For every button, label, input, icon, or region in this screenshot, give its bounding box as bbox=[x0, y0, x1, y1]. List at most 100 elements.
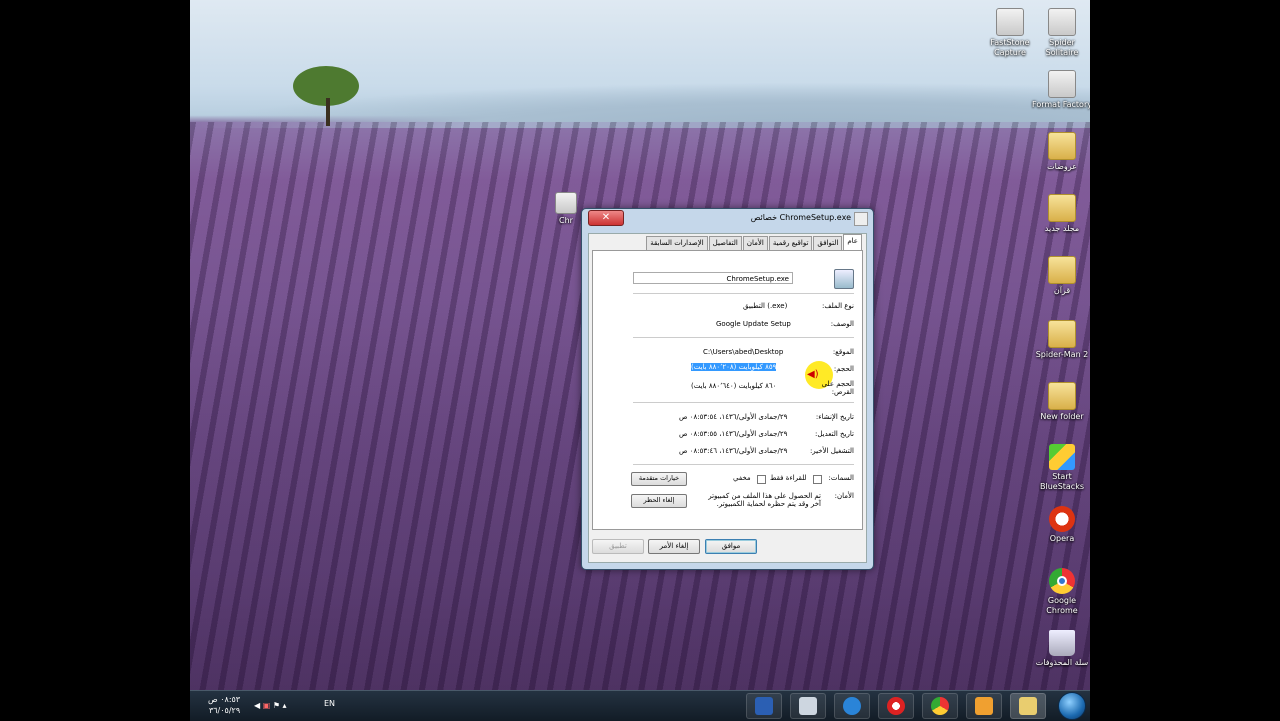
desktop-icon-label: Chr bbox=[559, 216, 573, 225]
taskbar-opera[interactable] bbox=[878, 693, 914, 719]
chrome-icon bbox=[1049, 568, 1075, 594]
description-value: Google Update Setup bbox=[716, 320, 791, 328]
location-label: الموقع: bbox=[832, 348, 854, 356]
dialog-titlebar[interactable]: ✕ خصائص ChromeSetup.exe bbox=[582, 209, 873, 229]
tray-icons[interactable]: ◀ ▣ ⚑ ▴ bbox=[254, 701, 287, 710]
taskbar-media[interactable] bbox=[966, 693, 1002, 719]
ok-button[interactable]: موافق bbox=[705, 539, 757, 554]
folder-icon bbox=[1048, 320, 1076, 348]
desktop-icon-label: Start BlueStacks bbox=[1039, 472, 1085, 491]
desktop-icon-folder[interactable]: New folder bbox=[1032, 382, 1090, 422]
desktop-icon-label: قرآن bbox=[1053, 286, 1071, 295]
security-text: تم الحصول على هذا الملف من كمبيوتر آخر و… bbox=[708, 492, 821, 508]
desktop-icon-folder[interactable]: قرآن bbox=[1032, 256, 1090, 296]
cancel-button[interactable]: إلغاء الأمر bbox=[648, 539, 700, 554]
attributes-label: السمات: bbox=[828, 474, 854, 482]
apply-button: تطبيق bbox=[592, 539, 644, 554]
desktop-icon-label: New folder bbox=[1040, 412, 1084, 421]
hidden-label: مخفي bbox=[733, 474, 751, 482]
size-value[interactable]: ٨٥٩ كيلوبايت (٨٨٠٬٢٠٨ بايت) bbox=[691, 363, 777, 371]
modified-label: تاريخ التعديل: bbox=[814, 430, 854, 438]
desktop-icon-spider-solitaire[interactable]: Spider Solitaire bbox=[1032, 8, 1090, 58]
description-label: الوصف: bbox=[830, 320, 854, 328]
spider-solitaire-icon bbox=[1048, 8, 1076, 36]
separator bbox=[633, 293, 854, 294]
separator bbox=[633, 402, 854, 403]
separator bbox=[633, 464, 854, 465]
close-button[interactable]: ✕ bbox=[588, 210, 624, 226]
folder-icon bbox=[1048, 256, 1076, 284]
taskbar-ie[interactable] bbox=[834, 693, 870, 719]
created-value: ٢٩/جمادى الأولى/١٤٣٦، ٠٨:٥٣:٥٤ ص bbox=[679, 413, 788, 421]
folder-icon bbox=[1048, 382, 1076, 410]
show-hidden-icons-icon[interactable]: ▴ bbox=[283, 701, 287, 710]
modified-value: ٢٩/جمادى الأولى/١٤٣٦، ٠٨:٥٣:٥٥ ص bbox=[679, 430, 788, 438]
desktop-icon-chromesetup[interactable]: Chr bbox=[546, 192, 586, 226]
clock-time: ٠٨:٥٣ ص bbox=[208, 695, 241, 704]
tab-details[interactable]: التفاصيل bbox=[708, 236, 742, 250]
clock[interactable]: ٠٨:٥٣ ص ٣٦/٠٥/٢٩ bbox=[208, 694, 240, 716]
accessed-value: ٢٩/جمادى الأولى/١٤٣٦، ٠٨:٥٣:٤٦ ص bbox=[679, 447, 788, 455]
accessed-label: التشغيل الأخير: bbox=[809, 447, 854, 455]
advanced-button[interactable]: خيارات متقدمة bbox=[631, 472, 687, 486]
file-icon bbox=[834, 269, 854, 289]
desktop-icon-folder[interactable]: عروضات bbox=[1032, 132, 1090, 172]
tab-security[interactable]: الأمان bbox=[742, 236, 768, 250]
file-name-field[interactable]: ChromeSetup.exe bbox=[633, 272, 793, 284]
taskbar-chrome[interactable] bbox=[922, 693, 958, 719]
general-panel: ChromeSetup.exe نوع الملف: التطبيق (.exe… bbox=[592, 250, 863, 530]
readonly-checkbox[interactable] bbox=[813, 475, 822, 484]
tab-compatibility[interactable]: التوافق bbox=[813, 236, 843, 250]
internet-explorer-icon bbox=[843, 697, 861, 715]
taskbar-explorer[interactable] bbox=[1010, 693, 1046, 719]
size-label: الحجم: bbox=[833, 365, 854, 373]
desktop-icon-folder[interactable]: مجلد جديد bbox=[1032, 194, 1090, 234]
desktop-icon-faststone[interactable]: FastStone Capture bbox=[980, 8, 1040, 58]
volume-icon[interactable]: ◀ bbox=[254, 701, 260, 710]
wallpaper-tree-trunk bbox=[326, 98, 330, 126]
desktop-icon-bluestacks[interactable]: Start BlueStacks bbox=[1032, 444, 1090, 492]
dialog-title: خصائص ChromeSetup.exe bbox=[750, 213, 851, 222]
taskbar-word[interactable] bbox=[746, 693, 782, 719]
folder-icon bbox=[1048, 194, 1076, 222]
desktop-icon-recycle-bin[interactable]: سلة المحذوفات bbox=[1032, 630, 1090, 668]
dialog-body: عام التوافق تواقيع رقمية الأمان التفاصيل… bbox=[588, 233, 867, 563]
unblock-button[interactable]: إلغاء الحظر bbox=[631, 494, 687, 508]
speaker-icon: ◀) bbox=[807, 369, 819, 380]
desktop-icon-chrome[interactable]: Google Chrome bbox=[1032, 568, 1090, 616]
taskbar: ٠٨:٥٣ ص ٣٦/٠٥/٢٩ ◀ ▣ ⚑ ▴ EN bbox=[190, 690, 1090, 721]
faststone-icon bbox=[996, 8, 1024, 36]
tab-general[interactable]: عام bbox=[843, 234, 862, 250]
hidden-checkbox[interactable] bbox=[757, 475, 766, 484]
desktop-icon-label: Spider Solitaire bbox=[1045, 38, 1079, 57]
desktop-icon-label: Opera bbox=[1049, 534, 1075, 543]
language-indicator[interactable]: EN bbox=[324, 699, 335, 708]
close-icon: ✕ bbox=[601, 212, 611, 223]
computer-icon bbox=[799, 697, 817, 715]
installer-icon bbox=[555, 192, 577, 214]
tab-digital-signatures[interactable]: تواقيع رقمية bbox=[768, 236, 813, 250]
flag-icon[interactable]: ⚑ bbox=[273, 701, 280, 710]
desktop-icon-format-factory[interactable]: Format Factory bbox=[1032, 70, 1090, 110]
type-label: نوع الملف: bbox=[821, 302, 854, 310]
taskbar-network[interactable] bbox=[790, 693, 826, 719]
network-icon[interactable]: ▣ bbox=[263, 701, 271, 710]
folder-icon bbox=[1048, 132, 1076, 160]
separator bbox=[633, 337, 854, 338]
properties-icon bbox=[854, 212, 868, 226]
tab-previous-versions[interactable]: الإصدارات السابقة bbox=[646, 236, 708, 250]
desktop-icon-folder[interactable]: Spider-Man 2 bbox=[1032, 320, 1090, 360]
desktop-icon-opera[interactable]: Opera bbox=[1032, 506, 1090, 544]
readonly-label: للقراءة فقط bbox=[770, 474, 807, 482]
properties-dialog: ✕ خصائص ChromeSetup.exe عام التوافق تواق… bbox=[581, 208, 874, 570]
word-icon bbox=[755, 697, 773, 715]
chrome-icon bbox=[931, 697, 949, 715]
tab-strip: عام التوافق تواقيع رقمية الأمان التفاصيل… bbox=[646, 234, 862, 250]
desktop-icon-label: مجلد جديد bbox=[1044, 224, 1080, 233]
opera-icon bbox=[887, 697, 905, 715]
type-value: التطبيق (.exe) bbox=[743, 302, 788, 310]
desktop-icon-label: FastStone Capture bbox=[990, 38, 1030, 57]
desktop-icon-label: سلة المحذوفات bbox=[1035, 658, 1089, 667]
start-button[interactable] bbox=[1058, 692, 1086, 720]
recycle-bin-icon bbox=[1049, 630, 1075, 656]
